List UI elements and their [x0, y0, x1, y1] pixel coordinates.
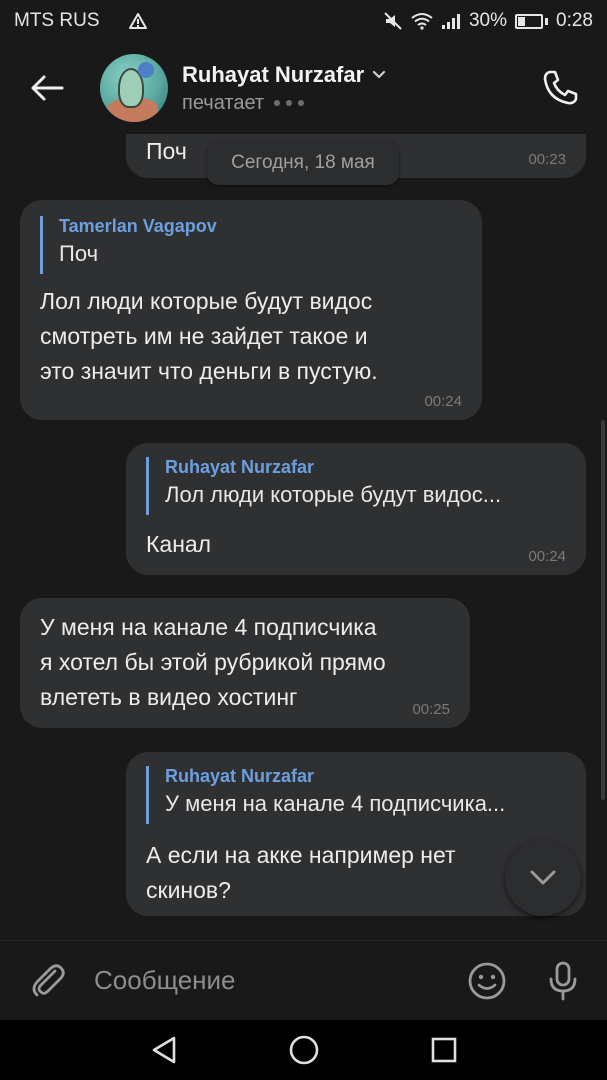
paperclip-icon [32, 963, 65, 996]
message-line: я хотел бы этой рубрикой прямо [40, 649, 386, 675]
reply-text: Лол люди которые будут видос... [165, 482, 502, 507]
clock: 0:28 [556, 10, 593, 31]
contact-info[interactable]: Ruhayat Nurzafar печатает [182, 62, 386, 115]
reply-author: Ruhayat Nurzafar [165, 766, 315, 786]
message-line: влететь в видео хостинг [40, 684, 298, 710]
chat-screen: Поч 00:23 Сегодня, 18 мая Tamerlan Vagap… [0, 0, 607, 1080]
message-time: 00:25 [412, 701, 450, 718]
scrollbar[interactable] [601, 420, 605, 800]
attach-button[interactable] [22, 955, 74, 1007]
battery-percent: 30% [468, 10, 508, 31]
reply-author: Tamerlan Vagapov [59, 216, 217, 236]
reply-quote[interactable]: Ruhayat Nurzafar Лол люди которые будут … [146, 457, 566, 515]
nav-back-button[interactable] [144, 1030, 184, 1070]
microphone-icon [549, 961, 577, 1000]
nav-home-button[interactable] [284, 1030, 324, 1070]
smiley-icon [468, 962, 506, 999]
emoji-button[interactable] [463, 957, 511, 1005]
mute-icon [384, 12, 402, 30]
message-text: Лол люди которые будут видос смотреть им… [40, 284, 378, 389]
message-time: 00:24 [424, 393, 462, 410]
phone-icon [543, 70, 578, 105]
message-time: 00:24 [528, 548, 566, 565]
square-recents-icon [431, 1037, 456, 1063]
message-text: Канал [146, 531, 212, 557]
message-line: У меня на канале 4 подписчика [40, 614, 377, 640]
circle-home-icon [289, 1035, 318, 1065]
message-composer: Сообщение [0, 940, 607, 1020]
date-separator: Сегодня, 18 мая [207, 141, 399, 185]
warning-icon [128, 13, 147, 29]
chevron-down-icon [373, 70, 386, 79]
message-line: скинов? [146, 877, 231, 903]
contact-name: Ruhayat Nurzafar [182, 61, 365, 87]
avatar[interactable] [100, 54, 168, 122]
reply-text: Поч [59, 241, 99, 266]
message-text: У меня на канале 4 подписчика я хотел бы… [40, 610, 386, 715]
chevron-down-icon [530, 870, 556, 885]
triangle-back-icon [152, 1036, 175, 1064]
scroll-down-button[interactable] [505, 840, 581, 916]
message-text: А если на акке например нет скинов? [146, 838, 456, 908]
message-time: 00:23 [528, 151, 566, 168]
status-bar: MTS RUS 30% 0:28 [0, 0, 607, 42]
message-list[interactable]: Поч 00:23 Сегодня, 18 мая Tamerlan Vagap… [0, 0, 607, 940]
reply-quote[interactable]: Ruhayat Nurzafar У меня на канале 4 подп… [146, 766, 566, 824]
signal-icon [441, 14, 460, 29]
arrow-left-icon [31, 75, 64, 101]
message-text: Поч [146, 138, 187, 164]
reply-author: Ruhayat Nurzafar [165, 457, 315, 477]
chat-header: Ruhayat Nurzafar печатает [0, 42, 607, 134]
message-bubble-incoming[interactable]: У меня на канале 4 подписчика я хотел бы… [20, 598, 470, 728]
message-input[interactable]: Сообщение [94, 965, 463, 996]
carrier-label: MTS RUS [14, 10, 100, 31]
back-button[interactable] [12, 53, 82, 123]
message-line: Лол люди которые будут видос [40, 288, 373, 314]
message-bubble-outgoing[interactable]: Ruhayat Nurzafar Лол люди которые будут … [126, 443, 586, 575]
typing-dots [274, 100, 305, 106]
nav-recents-button[interactable] [424, 1030, 464, 1070]
reply-quote[interactable]: Tamerlan Vagapov Поч [40, 216, 460, 274]
reply-text: У меня на канале 4 подписчика... [165, 791, 506, 816]
typing-status: печатает [182, 91, 265, 114]
mic-button[interactable] [539, 957, 587, 1005]
message-line: это значит что деньги в пустую. [40, 358, 378, 384]
message-line: смотреть им не зайдет такое и [40, 323, 368, 349]
call-button[interactable] [535, 63, 585, 113]
battery-icon [515, 13, 549, 29]
message-line: А если на акке например нет [146, 842, 456, 868]
system-nav-bar [0, 1020, 607, 1080]
message-bubble-incoming[interactable]: Tamerlan Vagapov Поч Лол люди которые бу… [20, 200, 482, 420]
wifi-icon [411, 13, 433, 30]
